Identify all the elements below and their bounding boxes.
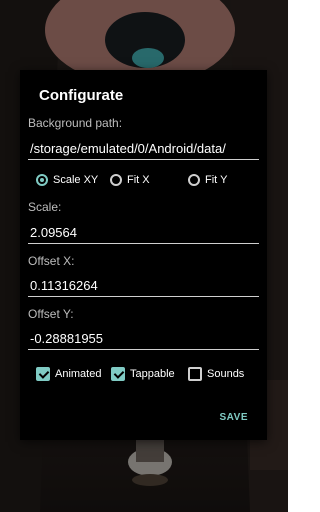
checkbox-animated-label: Animated <box>55 368 102 380</box>
checkbox-sounds[interactable]: Sounds <box>188 367 244 381</box>
offset-y-input[interactable] <box>28 328 259 350</box>
offset-y-label: Offset Y: <box>28 307 74 321</box>
checkbox-indicator <box>188 367 202 381</box>
radio-fit-y[interactable]: Fit Y <box>188 174 227 186</box>
checkbox-tappable-label: Tappable <box>130 368 175 380</box>
radio-indicator <box>188 174 200 186</box>
checkbox-indicator <box>36 367 50 381</box>
radio-fit-x-label: Fit X <box>127 174 150 186</box>
offset-x-input[interactable] <box>28 275 259 297</box>
screen: Configurate Background path: Scale XY Fi… <box>0 0 288 512</box>
scale-label: Scale: <box>28 200 62 214</box>
radio-indicator <box>110 174 122 186</box>
background-path-label: Background path: <box>28 116 123 130</box>
radio-indicator <box>36 174 48 186</box>
offset-x-label: Offset X: <box>28 254 75 268</box>
radio-fit-x[interactable]: Fit X <box>110 174 150 186</box>
radio-scale-xy-label: Scale XY <box>53 174 99 186</box>
save-button[interactable]: SAVE <box>220 412 249 423</box>
background-path-input[interactable] <box>28 138 259 160</box>
radio-scale-xy[interactable]: Scale XY <box>36 174 98 186</box>
scale-input[interactable] <box>28 222 259 244</box>
dialog-title: Configurate <box>39 87 124 104</box>
checkbox-tappable[interactable]: Tappable <box>111 367 175 381</box>
checkbox-indicator <box>111 367 125 381</box>
checkbox-sounds-label: Sounds <box>207 368 245 380</box>
radio-fit-y-label: Fit Y <box>205 174 228 186</box>
configure-dialog: Configurate Background path: Scale XY Fi… <box>20 70 267 440</box>
checkbox-animated[interactable]: Animated <box>36 367 101 381</box>
